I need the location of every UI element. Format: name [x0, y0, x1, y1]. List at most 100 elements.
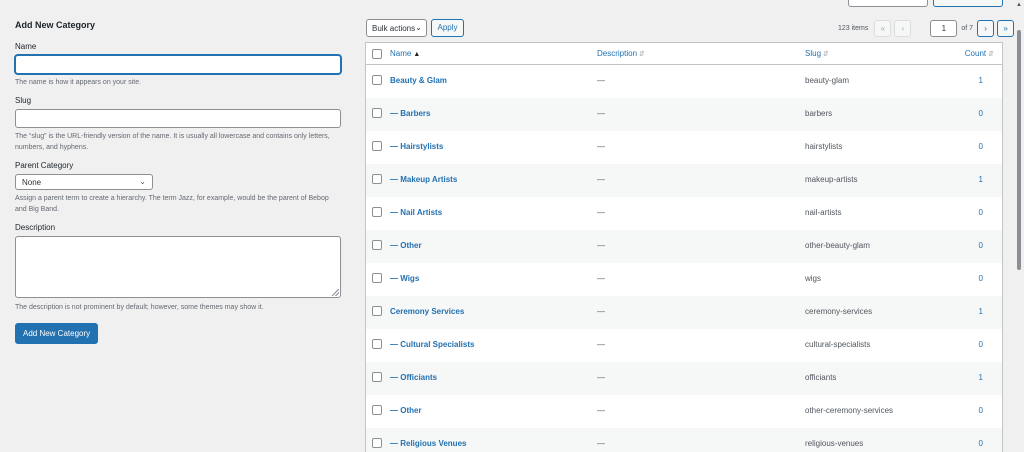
scroll-up-icon[interactable]: ▲ [1016, 2, 1022, 8]
row-description: — [597, 76, 605, 85]
table-row: — Makeup Artists — makeup-artists 1 [366, 164, 1002, 197]
row-name-link[interactable]: — Other [390, 241, 422, 250]
column-description[interactable]: Description ⇵ [597, 49, 645, 58]
row-slug: beauty-glam [805, 76, 850, 85]
row-name-link[interactable]: Ceremony Services [390, 307, 464, 316]
row-checkbox[interactable] [372, 75, 382, 85]
column-count[interactable]: Count ⇵ [965, 49, 994, 58]
row-slug: other-ceremony-services [805, 406, 894, 415]
row-checkbox[interactable] [372, 174, 382, 184]
row-description: — [597, 142, 605, 151]
row-checkbox[interactable] [372, 108, 382, 118]
items-count: 123 items [838, 24, 869, 32]
resize-handle-icon[interactable] [332, 289, 339, 296]
next-page-button[interactable]: › [977, 19, 995, 37]
sort-icon: ▲︎ [413, 51, 421, 58]
row-description: — [597, 241, 605, 250]
description-label: Description [15, 223, 56, 232]
row-description: — [597, 307, 605, 316]
table-row: — Wigs — wigs 0 [366, 263, 1002, 296]
row-checkbox[interactable] [372, 306, 382, 316]
parent-category-select[interactable]: None ⌄ [15, 174, 153, 190]
row-slug: wigs [805, 274, 822, 283]
row-name-link[interactable]: — Wigs [390, 274, 419, 283]
chevron-down-icon: ⌄ [415, 23, 422, 32]
row-slug: ceremony-services [805, 307, 873, 316]
row-slug: barbers [805, 109, 833, 118]
row-count-link[interactable]: 0 [979, 109, 983, 118]
sort-icon: ⇵ [823, 51, 829, 58]
row-name-link[interactable]: — Cultural Specialists [390, 340, 474, 349]
scroll-thumb[interactable] [1017, 30, 1021, 270]
table-row: — Other — other-beauty-glam 0 [366, 230, 1002, 263]
row-description: — [597, 175, 605, 184]
row-checkbox[interactable] [372, 438, 382, 448]
row-description: — [597, 340, 605, 349]
row-count-link[interactable]: 0 [979, 439, 983, 448]
row-count-link[interactable]: 0 [979, 241, 983, 250]
description-textarea[interactable] [15, 236, 341, 298]
search-categories-input[interactable] [848, 0, 928, 7]
row-count-link[interactable]: 0 [979, 142, 983, 151]
row-count-link[interactable]: 0 [979, 406, 983, 415]
row-name-link[interactable]: — Other [390, 406, 422, 415]
parent-category-help: Assign a parent term to create a hierarc… [15, 195, 329, 213]
row-count-link[interactable]: 1 [979, 307, 983, 316]
row-name-link[interactable]: — Officiants [390, 373, 437, 382]
row-count-link[interactable]: 0 [979, 340, 983, 349]
row-checkbox[interactable] [372, 339, 382, 349]
categories-table: Name ▲︎ Description ⇵ Slug ⇵ Count ⇵ Beauty … [365, 42, 1003, 452]
add-new-category-button[interactable]: Add New Category [15, 323, 99, 344]
row-name-link[interactable]: — Religious Venues [390, 439, 466, 448]
column-name[interactable]: Name ▲︎ [390, 49, 420, 58]
table-row: — Officiants — officiants 1 [366, 362, 1002, 395]
row-slug: nail-artists [805, 208, 842, 217]
row-name-link[interactable]: — Nail Artists [390, 208, 442, 217]
row-checkbox[interactable] [372, 405, 382, 415]
row-name-link[interactable]: Beauty & Glam [390, 76, 447, 85]
row-count-link[interactable]: 1 [979, 175, 983, 184]
table-row: — Nail Artists — nail-artists 0 [366, 197, 1002, 230]
bulk-actions-select[interactable]: Bulk actions ⌄ [366, 19, 427, 37]
add-category-form: Add New Category Name The name is how it… [15, 20, 342, 344]
row-slug: religious-venues [805, 439, 864, 448]
row-slug: cultural-specialists [805, 340, 871, 349]
row-name-link[interactable]: — Barbers [390, 109, 430, 118]
row-checkbox[interactable] [372, 240, 382, 250]
table-row: — Barbers — barbers 0 [366, 98, 1002, 131]
prev-page-button[interactable]: ‹ [894, 19, 912, 37]
pagination: 123 items « ‹ 1 of 7 › » [838, 19, 1017, 37]
name-input[interactable] [15, 55, 341, 74]
row-count-link[interactable]: 1 [979, 373, 983, 382]
last-page-button[interactable]: » [997, 19, 1015, 37]
current-page-input[interactable]: 1 [930, 19, 958, 37]
select-all-checkbox[interactable] [372, 49, 382, 59]
page-scrollbar[interactable]: ▲ [1014, 0, 1024, 452]
row-checkbox[interactable] [372, 141, 382, 151]
search-categories-button[interactable] [933, 0, 1003, 7]
row-checkbox[interactable] [372, 207, 382, 217]
row-slug: hairstylists [805, 142, 843, 151]
table-row: — Hairstylists — hairstylists 0 [366, 131, 1002, 164]
sort-icon: ⇵ [988, 51, 994, 58]
row-count-link[interactable]: 0 [979, 274, 983, 283]
name-help: The name is how it appears on your site. [15, 79, 142, 86]
table-row: Ceremony Services — ceremony-services 1 [366, 296, 1002, 329]
row-checkbox[interactable] [372, 273, 382, 283]
column-slug[interactable]: Slug ⇵ [805, 49, 829, 58]
slug-label: Slug [15, 96, 32, 105]
row-slug: makeup-artists [805, 175, 858, 184]
row-checkbox[interactable] [372, 372, 382, 382]
row-name-link[interactable]: — Hairstylists [390, 142, 443, 151]
row-count-link[interactable]: 1 [979, 76, 983, 85]
column-name-label: Name [390, 49, 412, 58]
first-page-button[interactable]: « [874, 19, 892, 37]
parent-category-label: Parent Category [15, 161, 74, 170]
slug-input[interactable] [15, 109, 341, 128]
row-count-link[interactable]: 0 [979, 208, 983, 217]
chevron-down-icon: ⌄ [139, 177, 146, 186]
row-name-link[interactable]: — Makeup Artists [390, 175, 457, 184]
apply-button[interactable]: Apply [431, 19, 464, 37]
table-header: Name ▲︎ Description ⇵ Slug ⇵ Count ⇵ [366, 43, 1002, 65]
column-description-label: Description [597, 49, 638, 58]
